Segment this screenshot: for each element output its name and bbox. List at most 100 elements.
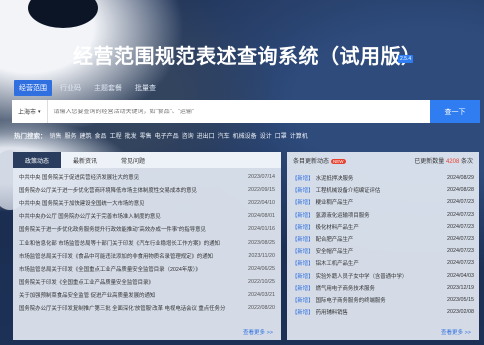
panel-tabs: 政策动态 最新资讯 常见问题: [13, 152, 281, 168]
entry-title: 实验外籍人员子女中学（含普通中学）: [315, 273, 408, 280]
news-item[interactable]: 中共中央 国务院关于促进民营经济发展壮大的意见 2023/07/14: [19, 170, 275, 183]
entry-item[interactable]: 【新增】 粳业稠产品生产 2024/07/23: [292, 196, 474, 208]
entry-item[interactable]: 【新增】 工程机械设备介绍编证评估 2024/08/28: [292, 184, 474, 196]
entry-date: 2023/02/08: [447, 309, 474, 316]
news-title: 中共中央办公厅 国务院办公厅关于完善市场准入制度的意见: [19, 214, 161, 221]
entry-tag: 【新增】: [292, 200, 314, 207]
entry-date: 2024/08/28: [447, 187, 474, 194]
entry-item[interactable]: 【新增】 配合肥产品生产 2024/07/23: [292, 233, 474, 245]
region-label: 上海市: [18, 110, 37, 116]
news-item[interactable]: 国务院办公厅关于进一步优化营商环境降低市场主体制度性交易成本的意见 2022/09…: [19, 183, 275, 196]
entry-date: 2023/05/15: [447, 296, 474, 303]
view-more-link[interactable]: 查看更多 >>: [441, 328, 471, 336]
entry-tag: 【新增】: [292, 273, 314, 280]
news-item[interactable]: 工业和信息化部 市场监管总局等十部门关于印发《汽车行业稳增长工作方案》的通知 20…: [19, 236, 275, 249]
entry-item[interactable]: 【新增】 铝木工机产品生产 2024/07/23: [292, 257, 474, 269]
entry-text: 【新增】 安全帽产品生产: [292, 247, 353, 255]
news-title: 国务院关于印发《全国重点工业产品质量安全监管目录》: [19, 280, 154, 287]
news-item[interactable]: 市场监管总局关于印发《全国重点工业产品质量安全监管目录（2024年版）》 2024…: [19, 262, 275, 275]
entry-item[interactable]: 【新增】 实验外籍人员子女中学（含普通中学） 2024/04/03: [292, 270, 474, 282]
version-badge: 2.5.4: [398, 55, 414, 63]
hot-keyword[interactable]: 咨询: [182, 131, 194, 140]
tab-theme-package[interactable]: 主题套餐: [89, 80, 127, 96]
entry-item[interactable]: 【新增】 氢源液化运输项目服务 2024/07/23: [292, 209, 474, 221]
entry-title: 铝木工机产品生产: [315, 261, 359, 268]
entry-item[interactable]: 【新增】 极化材料产品生产 2024/07/23: [292, 221, 474, 233]
entry-item[interactable]: 【新增】 国际电子商务服务的终端服务 2023/05/15: [292, 294, 474, 306]
tab-policy-updates[interactable]: 政策动态: [13, 152, 62, 168]
tab-industry-code[interactable]: 行业码: [55, 80, 86, 96]
entry-tag: 【新增】: [292, 297, 314, 304]
entry-updates-panel: 条目更新动态 NEW 已更新数量 4208 条次 【新增】 水泥抵押决服务 2024/…: [287, 152, 479, 340]
hot-keyword[interactable]: 机械设备: [233, 131, 257, 140]
news-item[interactable]: 国务院关于印发《全国重点工业产品质量安全监管目录》 2022/10/25: [19, 276, 275, 289]
update-count: 已更新数量 4208 条次: [414, 156, 473, 165]
tab-business-scope[interactable]: 经营范围: [14, 80, 52, 96]
news-item[interactable]: 关于加强预制菜食品安全监管 促进产业高质量发展的通知 2024/03/21: [19, 289, 275, 302]
news-date: 2024/03/21: [248, 292, 275, 299]
entry-text: 【新增】 实验外籍人员子女中学（含普通中学）: [292, 272, 407, 280]
entry-item[interactable]: 【新增】 安全帽产品生产 2024/07/23: [292, 245, 474, 257]
entry-date: 2023/12/19: [447, 284, 474, 291]
entry-text: 【新增】 铝木工机产品生产: [292, 259, 359, 267]
news-date: 2024/01/16: [248, 226, 275, 233]
entry-title: 水泥抵押决服务: [315, 176, 354, 183]
entry-text: 【新增】 工程机械设备介绍编证评估: [292, 186, 380, 194]
entry-title: 极化材料产品生产: [315, 224, 359, 231]
news-item[interactable]: 市场监管总局关于印发《食品中可能违法添加的非食用物质名录管理规定》的通知 2023…: [19, 249, 275, 262]
news-date: 2023/11/20: [248, 252, 275, 259]
entry-tag: 【新增】: [292, 212, 314, 219]
hot-keyword[interactable]: 电子产品: [155, 131, 179, 140]
entry-tag: 【新增】: [292, 188, 314, 195]
entry-tag: 【新增】: [292, 285, 314, 292]
search-bar: 上海市 ▾ 查一下: [12, 100, 480, 123]
region-select[interactable]: 上海市 ▾: [12, 100, 48, 123]
entry-item[interactable]: 【新增】 水泥抵押决服务 2024/08/29: [292, 172, 474, 184]
news-date: 2024/08/01: [248, 213, 275, 220]
hot-keyword[interactable]: 口罩: [275, 131, 287, 140]
hot-keyword[interactable]: 计算机: [290, 131, 308, 140]
entry-date: 2024/04/03: [447, 272, 474, 279]
news-date: 2022/10/25: [248, 279, 275, 286]
news-title: 市场监管总局关于印发《全国重点工业产品质量安全监管目录（2024年版）》: [19, 266, 201, 273]
entry-updates-title: 条目更新动态: [293, 158, 330, 165]
view-more-link[interactable]: 查看更多 >>: [243, 328, 273, 336]
entry-title: 燃气用电子商务技术服务: [315, 285, 375, 292]
news-item[interactable]: 国务院关于进一步优化政务服务提升行政效能推动“高效办成一件事”的指导意见 2024…: [19, 223, 275, 236]
news-item[interactable]: 国务院办公厅关于印发复制推广第三批 全面深化‘放管服’改革 电视电话会议 重点任…: [19, 302, 275, 315]
news-item[interactable]: 中共中央 国务院关于加快建设全国统一大市场的意见 2022/04/10: [19, 196, 275, 209]
search-input[interactable]: [47, 108, 430, 115]
news-title: 关于加强预制菜食品安全监管 促进产业高质量发展的通知: [19, 293, 156, 300]
hot-keyword[interactable]: 销售: [50, 131, 62, 140]
search-mode-tabs: 经营范围 行业码 主题套餐 批量查: [14, 80, 164, 96]
tab-faq[interactable]: 常见问题: [109, 152, 157, 168]
tab-latest-news[interactable]: 最新资讯: [61, 152, 109, 168]
entry-item[interactable]: 【新增】 燃气用电子商务技术服务 2023/12/19: [292, 282, 474, 294]
search-button[interactable]: 查一下: [430, 100, 480, 123]
hot-keyword[interactable]: 进出口: [197, 131, 215, 140]
hot-keyword[interactable]: 服务: [65, 131, 77, 140]
news-date: 2023/08/25: [248, 239, 275, 246]
news-date: 2022/08/20: [248, 305, 275, 312]
entry-date: 2024/08/29: [447, 175, 474, 182]
news-title: 国务院办公厅关于印发复制推广第三批 全面深化‘放管服’改革 电视电话会议 重点任…: [19, 306, 226, 313]
news-item[interactable]: 中共中央办公厅 国务院办公厅关于完善市场准入制度的意见 2024/08/01: [19, 210, 275, 223]
tab-batch-query[interactable]: 批量查: [130, 80, 161, 96]
entry-text: 【新增】 国际电子商务服务的终端服务: [292, 296, 386, 304]
hot-keyword[interactable]: 批发: [125, 131, 137, 140]
hot-keyword[interactable]: 零售: [140, 131, 152, 140]
entry-tag: 【新增】: [292, 249, 314, 256]
entry-title: 配合肥产品生产: [315, 237, 354, 244]
news-title: 工业和信息化部 市场监管总局等十部门关于印发《汽车行业稳增长工作方案》的通知: [19, 240, 220, 247]
news-title: 市场监管总局关于印发《食品中可能违法添加的非食用物质名录管理规定》的通知: [19, 253, 214, 260]
entry-text: 【新增】 配合肥产品生产: [292, 235, 353, 243]
hot-keyword[interactable]: 工程: [110, 131, 122, 140]
hot-keyword[interactable]: 设计: [260, 131, 272, 140]
hot-keyword[interactable]: 食品: [95, 131, 107, 140]
update-count-label: 已更新数量: [414, 158, 445, 165]
hot-keyword[interactable]: 汽车: [218, 131, 230, 140]
hot-keyword[interactable]: 建筑: [80, 131, 92, 140]
news-title: 国务院关于进一步优化政务服务提升行政效能推动“高效办成一件事”的指导意见: [19, 227, 206, 234]
entry-updates-title-wrap: 条目更新动态 NEW: [293, 156, 346, 165]
entry-item[interactable]: 【新增】 药用辅料销售 2023/02/08: [292, 306, 474, 318]
